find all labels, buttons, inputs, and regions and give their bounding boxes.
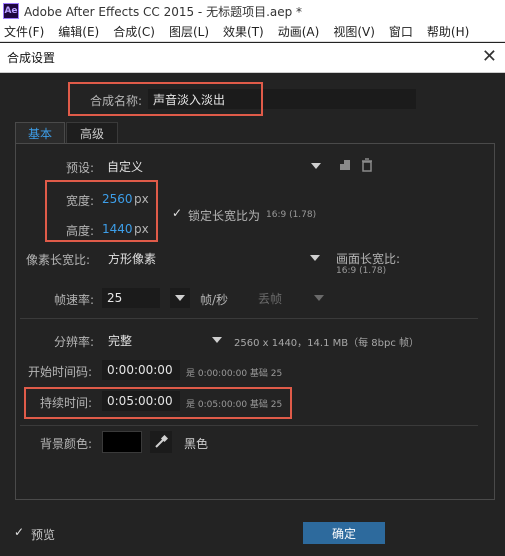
after-effects-logo-icon: Ae [3,3,19,19]
resolution-dropdown[interactable]: 完整 [104,330,224,350]
frame-aspect-label: 画面长宽比: [336,252,401,266]
framerate-unit: 帧/秒 [200,293,229,307]
framerate-input[interactable]: 25 [102,288,160,308]
menu-window[interactable]: 窗口 [389,23,413,40]
menu-edit[interactable]: 编辑(E) [58,23,99,40]
pixel-aspect-dropdown[interactable]: 方形像素 [104,248,322,268]
chevron-down-icon [212,337,222,343]
menu-layer[interactable]: 图层(L) [169,23,209,40]
bg-color-swatch[interactable] [102,431,142,453]
eyedropper-button[interactable] [150,431,172,453]
width-unit: px [134,192,149,206]
height-label: 高度: [66,224,95,238]
duration-input[interactable]: 0:05:00:00 [102,391,180,411]
height-unit: px [134,222,149,236]
width-value[interactable]: 2560 [102,192,133,206]
height-value[interactable]: 1440 [102,222,133,236]
bg-color-label: 背景颜色: [40,437,93,451]
framerate-dropdown[interactable] [170,288,190,308]
menu-file[interactable]: 文件(F) [4,23,44,40]
resolution-value: 完整 [108,333,133,348]
start-timecode-label: 开始时间码: [28,365,93,379]
divider [20,318,478,319]
duration-info: 是 0:05:00:00 基础 25 [186,400,283,410]
menu-help[interactable]: 帮助(H) [427,23,469,40]
tab-basic[interactable]: 基本 [15,122,65,144]
chevron-down-icon [314,295,324,301]
chevron-down-icon [310,255,320,261]
tab-advanced[interactable]: 高级 [66,122,118,144]
comp-name-label: 合成名称: [90,94,143,108]
dialog-title: 合成设置 [7,51,56,65]
drop-frame-label: 丢帧 [258,291,283,306]
pixel-aspect-label: 像素长宽比: [26,253,91,267]
save-preset-icon[interactable] [338,158,352,172]
preview-checkbox[interactable]: ✓ [14,526,26,538]
window-title: Adobe After Effects CC 2015 - 无标题项目.aep … [24,4,303,19]
menu-composition[interactable]: 合成(C) [113,23,155,40]
menu-animation[interactable]: 动画(A) [278,23,320,40]
divider [20,425,478,426]
bg-color-name: 黑色 [184,437,209,451]
resolution-info: 2560 x 1440，14.1 MB（每 8bpc 帧） [234,338,420,349]
pixel-aspect-value: 方形像素 [108,251,157,266]
start-timecode-input[interactable]: 0:00:00:00 [102,360,180,380]
dialog-header: 合成设置 ✕ [0,43,505,73]
eyedropper-icon [155,435,168,448]
window-titlebar: Ae Adobe After Effects CC 2015 - 无标题项目.a… [0,0,505,22]
preset-dropdown[interactable]: 自定义 [103,156,323,176]
ok-button[interactable]: 确定 [303,522,385,544]
lock-aspect-ratio: 16:9 (1.78) [266,210,317,220]
preview-label: 预览 [31,528,56,542]
menu-bar: 文件(F) 编辑(E) 合成(C) 图层(L) 效果(T) 动画(A) 视图(V… [0,22,505,42]
lock-aspect-label: 锁定长宽比为 [188,209,261,223]
resolution-label: 分辨率: [54,335,95,349]
close-icon[interactable]: ✕ [482,48,497,66]
width-label: 宽度: [66,194,95,208]
preset-label: 预设: [66,161,95,175]
lock-aspect-checkbox[interactable]: ✓ [172,207,184,219]
trash-icon[interactable] [360,158,374,172]
preset-value: 自定义 [107,159,144,174]
menu-view[interactable]: 视图(V) [333,23,375,40]
chevron-down-icon [175,295,185,301]
chevron-down-icon [311,163,321,169]
duration-label: 持续时间: [40,396,93,410]
drop-frame-dropdown: 丢帧 [254,288,326,308]
frame-aspect-value: 16:9 (1.78) [336,266,387,276]
comp-name-input[interactable]: 声音淡入淡出 [148,89,416,109]
framerate-label: 帧速率: [54,293,95,307]
menu-effect[interactable]: 效果(T) [223,23,264,40]
start-timecode-info: 是 0:00:00:00 基础 25 [186,369,283,379]
